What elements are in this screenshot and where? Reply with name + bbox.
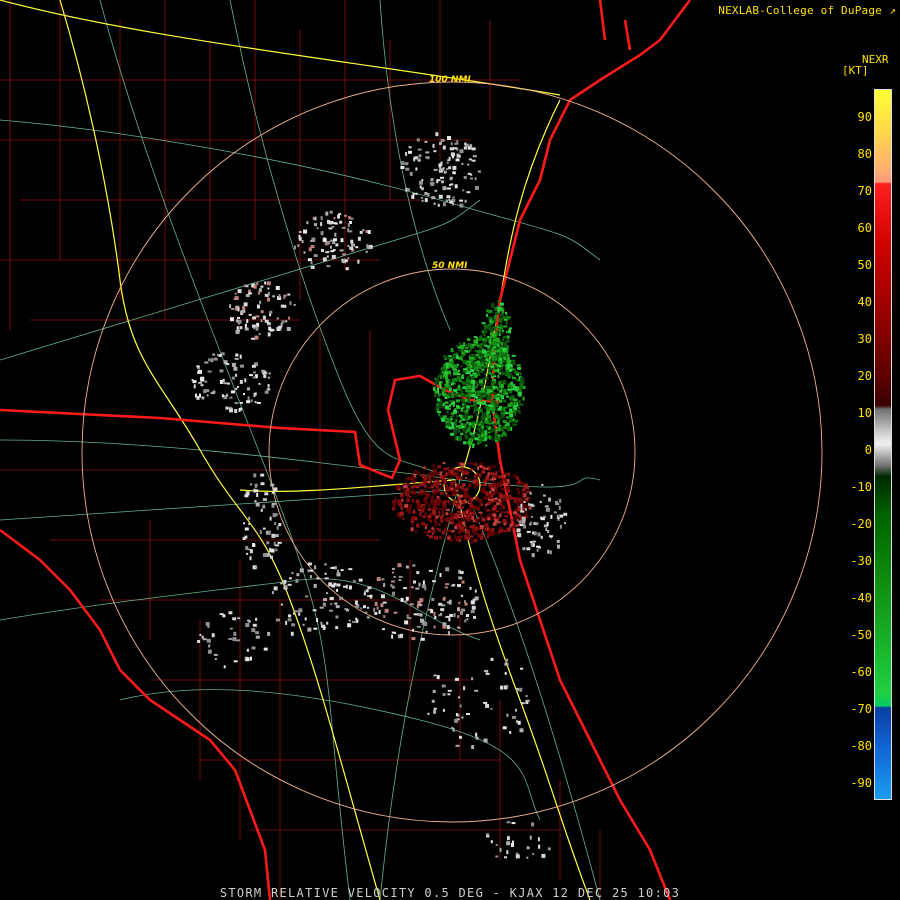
- colorbar-tick: 70: [857, 184, 872, 198]
- colorbar-tick: 0: [864, 443, 872, 457]
- colorbar-tick: 90: [857, 110, 872, 124]
- colorbar-tick: 10: [857, 406, 872, 420]
- colorbar-tick: 60: [857, 221, 872, 235]
- range-ring-label-100: 100 NMI: [429, 75, 471, 85]
- colorbar-tick: 40: [857, 295, 872, 309]
- external-link-icon[interactable]: ↗: [889, 4, 896, 17]
- colorbar-tick: 80: [857, 147, 872, 161]
- colorbar-tick: -50: [850, 628, 872, 642]
- colorbar-tick: -80: [850, 739, 872, 753]
- velocity-colorbar: [874, 89, 892, 800]
- colorbar-tick: 30: [857, 332, 872, 346]
- product-caption: STORM RELATIVE VELOCITY 0.5 DEG - KJAX 1…: [219, 886, 681, 900]
- colorbar-tick: -10: [850, 480, 872, 494]
- radar-map: 50 NMI 100 NMI: [0, 0, 900, 900]
- colorbar-tick: 50: [857, 258, 872, 272]
- colorbar-tick: -30: [850, 554, 872, 568]
- colorbar-tick: -20: [850, 517, 872, 531]
- colorbar-ticks: 90 80 70 60 50 40 30 20 10 0 -10 -20 -30 -40 -50 -60 -70…: [838, 0, 872, 900]
- colorbar-tick: -70: [850, 702, 872, 716]
- colorbar-tick: 20: [857, 369, 872, 383]
- range-ring-label-50: 50 NMI: [432, 261, 468, 271]
- colorbar-tick: -90: [850, 776, 872, 790]
- colorbar-tick: -40: [850, 591, 872, 605]
- colorbar-tick: -60: [850, 665, 872, 679]
